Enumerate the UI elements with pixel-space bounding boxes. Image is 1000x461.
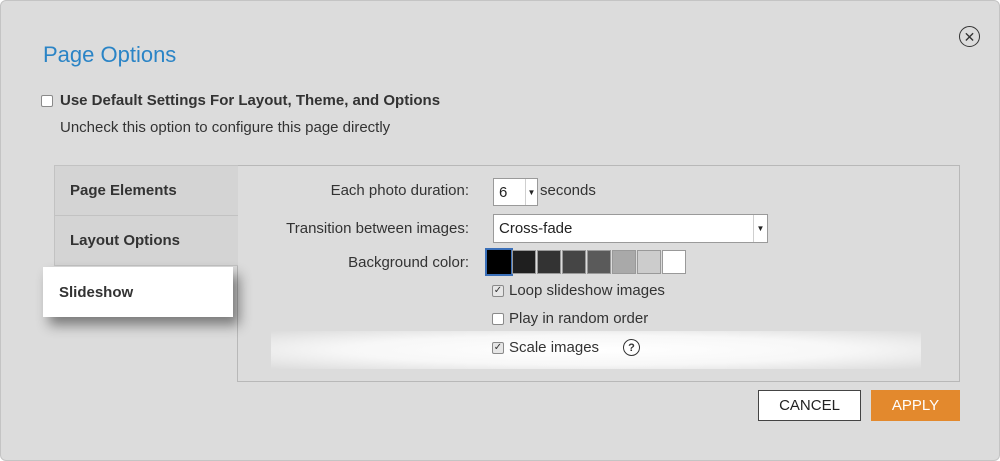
transition-label: Transition between images: <box>286 220 469 237</box>
color-swatch[interactable] <box>562 250 586 274</box>
random-order-label: Play in random order <box>509 310 649 327</box>
apply-button[interactable]: APPLY <box>871 390 960 421</box>
close-icon[interactable]: ✕ <box>959 26 980 47</box>
dialog-title: Page Options <box>43 42 177 67</box>
default-settings-hint: Uncheck this option to configure this pa… <box>60 119 391 136</box>
transition-select[interactable]: Cross-fade ▼ <box>493 214 768 243</box>
color-swatch[interactable] <box>537 250 561 274</box>
tab-list: Page Elements Layout Options <box>54 165 238 266</box>
color-swatch[interactable] <box>612 250 636 274</box>
default-settings-label: Use Default Settings For Layout, Theme, … <box>60 92 441 109</box>
background-color-swatches <box>485 248 687 276</box>
color-swatch[interactable] <box>485 248 513 276</box>
color-swatch[interactable] <box>587 250 611 274</box>
tab-slideshow[interactable]: Slideshow <box>43 267 233 317</box>
cancel-button[interactable]: CANCEL <box>758 390 861 421</box>
color-swatch[interactable] <box>512 250 536 274</box>
loop-checkbox[interactable]: ✓ <box>492 284 504 297</box>
chevron-down-icon[interactable]: ▼ <box>525 179 537 205</box>
duration-unit: seconds <box>540 182 596 199</box>
random-order-checkbox[interactable] <box>492 312 504 325</box>
background-color-label: Background color: <box>348 254 469 271</box>
random-order-option[interactable]: Play in random order <box>492 310 648 327</box>
chevron-down-icon[interactable]: ▼ <box>753 215 767 242</box>
scale-images-option[interactable]: ✓ Scale images <box>492 339 599 356</box>
color-swatch[interactable] <box>662 250 686 274</box>
loop-option[interactable]: ✓ Loop slideshow images <box>492 282 665 299</box>
transition-value: Cross-fade <box>499 220 573 237</box>
default-settings-row[interactable]: Use Default Settings For Layout, Theme, … <box>41 92 440 109</box>
scale-images-label: Scale images <box>509 339 600 356</box>
color-swatch[interactable] <box>637 250 661 274</box>
help-icon[interactable]: ? <box>623 339 640 356</box>
duration-value: 6 <box>499 183 508 201</box>
duration-label: Each photo duration: <box>330 182 469 199</box>
scale-images-checkbox[interactable]: ✓ <box>492 341 504 354</box>
page-options-dialog: ✕ Page Options Use Default Settings For … <box>0 0 1000 461</box>
default-settings-checkbox[interactable] <box>41 94 53 107</box>
loop-label: Loop slideshow images <box>509 282 665 299</box>
duration-stepper[interactable]: 6 ▼ <box>493 178 538 206</box>
